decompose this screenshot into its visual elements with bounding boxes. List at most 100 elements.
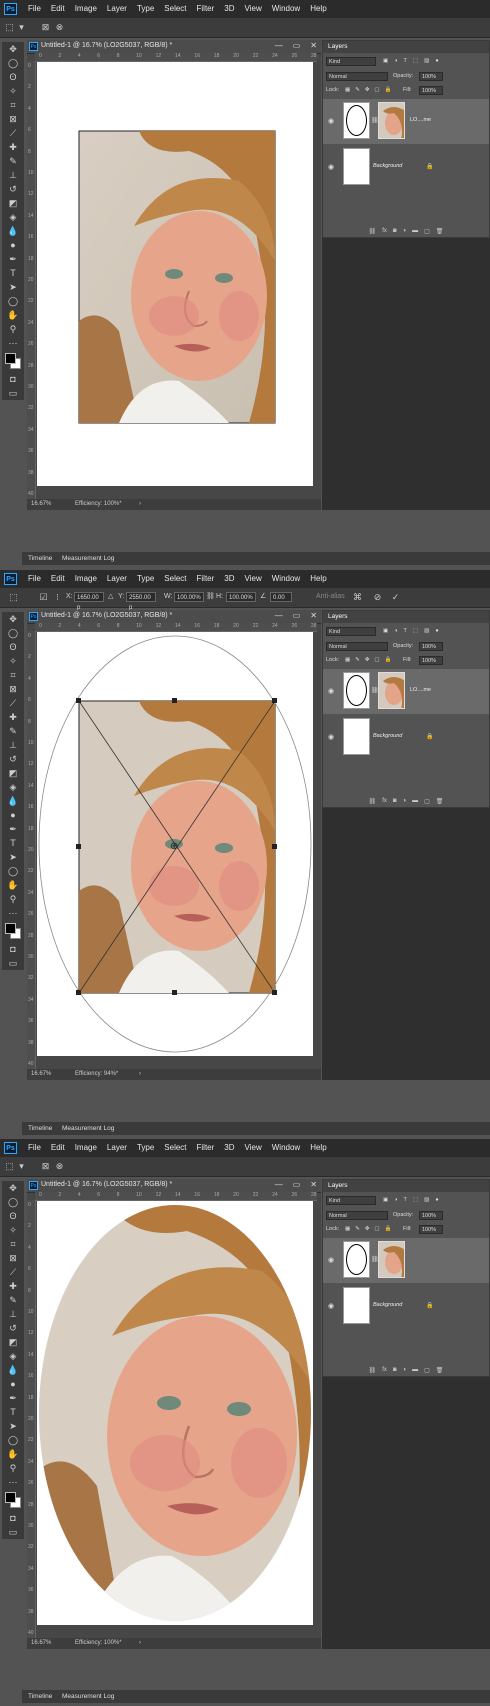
fill-field[interactable]: 100% <box>419 656 443 665</box>
hand-icon[interactable]: ✋ <box>2 1447 24 1461</box>
opacity-field[interactable]: 100% <box>419 642 443 651</box>
type-icon[interactable]: T <box>2 266 24 280</box>
pen-icon[interactable]: ✒ <box>2 252 24 266</box>
tab-timeline[interactable]: Timeline <box>28 1693 52 1700</box>
lock-transparent-icon[interactable]: ▦ <box>345 657 350 666</box>
menu-image[interactable]: Image <box>75 1143 97 1152</box>
layer-name-photo[interactable]: LO....me <box>410 687 431 693</box>
quick-mask-mode-icon[interactable]: ◘ <box>2 942 24 956</box>
quick-mask-icon[interactable]: ⊠ <box>40 22 51 33</box>
close-icon[interactable]: ✕ <box>310 1180 317 1189</box>
brush-icon[interactable]: ✎ <box>2 724 24 738</box>
menu-edit[interactable]: Edit <box>51 574 65 583</box>
canvas[interactable]: ⊕ <box>37 632 313 1056</box>
smart-filter-icon[interactable]: ▨ <box>424 1197 429 1206</box>
blend-mode-select[interactable]: Normal <box>326 1211 388 1220</box>
document-tab[interactable]: Ps Untitled-1 @ 16.7% (LO2G5037, RGB/8) … <box>27 40 321 54</box>
layer-name-background[interactable]: Background <box>373 733 402 739</box>
lock-all-icon[interactable]: 🔒 <box>385 87 392 96</box>
frame-icon[interactable]: ⊠ <box>2 1251 24 1265</box>
screen-mode-icon[interactable]: ▭ <box>2 386 24 400</box>
chevron-down-icon[interactable]: ▾ <box>16 1161 27 1172</box>
menu-3d[interactable]: 3D <box>224 1143 234 1152</box>
link-icon[interactable]: ⛓ <box>206 592 215 602</box>
menu-view[interactable]: View <box>245 574 262 583</box>
magic-wand-icon[interactable]: ✧ <box>2 654 24 668</box>
menu-layer[interactable]: Layer <box>107 574 127 583</box>
menu-help[interactable]: Help <box>310 4 326 13</box>
foreground-color-swatch[interactable] <box>5 1492 16 1503</box>
menu-help[interactable]: Help <box>310 574 326 583</box>
delete-layer-icon[interactable]: 🗑 <box>436 228 444 235</box>
menu-file[interactable]: File <box>28 574 41 583</box>
path-selection-icon[interactable]: ➤ <box>2 1419 24 1433</box>
visibility-eye-icon[interactable]: ◉ <box>328 117 336 125</box>
eyedropper-icon[interactable]: ⟋ <box>2 126 24 140</box>
canvas[interactable] <box>37 1201 313 1625</box>
canvas[interactable] <box>37 62 313 486</box>
lock-image-icon[interactable]: ✎ <box>355 657 360 666</box>
adjustment-filter-icon[interactable]: ◑ <box>394 1197 397 1206</box>
layers-tab[interactable]: Layers <box>323 41 489 53</box>
eyedropper-icon[interactable]: ⟋ <box>2 696 24 710</box>
quick-mask-icon[interactable]: ⊠ <box>40 1161 51 1172</box>
blur-icon[interactable]: 💧 <box>2 224 24 238</box>
adjustment-filter-icon[interactable]: ◑ <box>394 58 397 67</box>
layer-name-background[interactable]: Background <box>373 1302 402 1308</box>
layer-row-background[interactable]: ◉ Background 🔒 <box>323 715 489 760</box>
image-filter-icon[interactable]: ▣ <box>383 1197 388 1206</box>
y-position-field[interactable]: 2550.00 p <box>126 592 156 611</box>
smart-filter-icon[interactable]: ▨ <box>424 58 429 67</box>
layers-tab[interactable]: Layers <box>323 611 489 623</box>
menu-image[interactable]: Image <box>75 574 97 583</box>
marquee-tool-icon[interactable]: ⬚ <box>4 22 15 33</box>
color-swatches[interactable] <box>2 920 24 942</box>
reference-point-checkbox[interactable]: ☑ <box>38 592 49 603</box>
healing-brush-icon[interactable]: ✚ <box>2 1279 24 1293</box>
fill-field[interactable]: 100% <box>419 1225 443 1234</box>
screen-mode-icon[interactable]: ▭ <box>2 956 24 970</box>
layer-mask-thumbnail[interactable] <box>343 1241 370 1278</box>
brush-icon[interactable]: ✎ <box>2 154 24 168</box>
hand-icon[interactable]: ✋ <box>2 878 24 892</box>
link-layers-icon[interactable]: ⛓ <box>369 1367 377 1374</box>
visibility-eye-icon[interactable]: ◉ <box>328 1256 336 1264</box>
magic-wand-icon[interactable]: ✧ <box>2 1223 24 1237</box>
hand-icon[interactable]: ✋ <box>2 308 24 322</box>
fill-field[interactable]: 100% <box>419 86 443 95</box>
zoom-level[interactable]: 16.67% <box>31 1640 51 1646</box>
zoom-level[interactable]: 16.67% <box>31 501 51 507</box>
lasso-icon[interactable]: ʘ <box>2 640 24 654</box>
image-filter-icon[interactable]: ▣ <box>383 58 388 67</box>
add-mask-icon[interactable]: ◙ <box>393 1367 397 1373</box>
tab-measurement-log[interactable]: Measurement Log <box>62 1125 114 1132</box>
ellipse-shape-icon[interactable]: ◯ <box>2 1433 24 1447</box>
menu-view[interactable]: View <box>245 1143 262 1152</box>
menu-3d[interactable]: 3D <box>224 4 234 13</box>
delete-layer-icon[interactable]: 🗑 <box>436 798 444 805</box>
close-icon[interactable]: ✕ <box>310 611 317 620</box>
document-tab[interactable]: Ps Untitled-1 @ 16.7% (LO2G5037, RGB/8) … <box>27 1179 321 1193</box>
lock-image-icon[interactable]: ✎ <box>355 87 360 96</box>
zoom-icon[interactable]: ⚲ <box>2 892 24 906</box>
menu-filter[interactable]: Filter <box>197 4 215 13</box>
lock-all-icon[interactable]: 🔒 <box>385 657 392 666</box>
lock-artboard-icon[interactable]: ▢ <box>374 657 379 666</box>
stamp-icon[interactable]: ⊥ <box>2 1307 24 1321</box>
close-icon[interactable]: ✕ <box>310 41 317 50</box>
ellipse-shape-icon[interactable]: ◯ <box>2 294 24 308</box>
link-layers-icon[interactable]: ⛓ <box>369 228 377 235</box>
dodge-icon[interactable]: ● <box>2 808 24 822</box>
blur-icon[interactable]: 💧 <box>2 794 24 808</box>
lasso-icon[interactable]: ʘ <box>2 1209 24 1223</box>
x-position-field[interactable]: 1650.00 p <box>74 592 104 611</box>
layer-mask-thumbnail[interactable] <box>343 102 370 139</box>
adjustment-filter-icon[interactable]: ◑ <box>394 628 397 637</box>
paint-bucket-icon[interactable]: ◈ <box>2 1349 24 1363</box>
background-thumbnail[interactable] <box>343 148 370 185</box>
add-mask-icon[interactable]: ◙ <box>393 798 397 804</box>
document-tab[interactable]: Ps Untitled-1 @ 16.7% (LO2G5037, RGB/8) … <box>27 610 321 624</box>
menu-type[interactable]: Type <box>137 4 154 13</box>
eraser-icon[interactable]: ◩ <box>2 766 24 780</box>
reference-point-icon[interactable]: ⁝ <box>52 592 63 603</box>
